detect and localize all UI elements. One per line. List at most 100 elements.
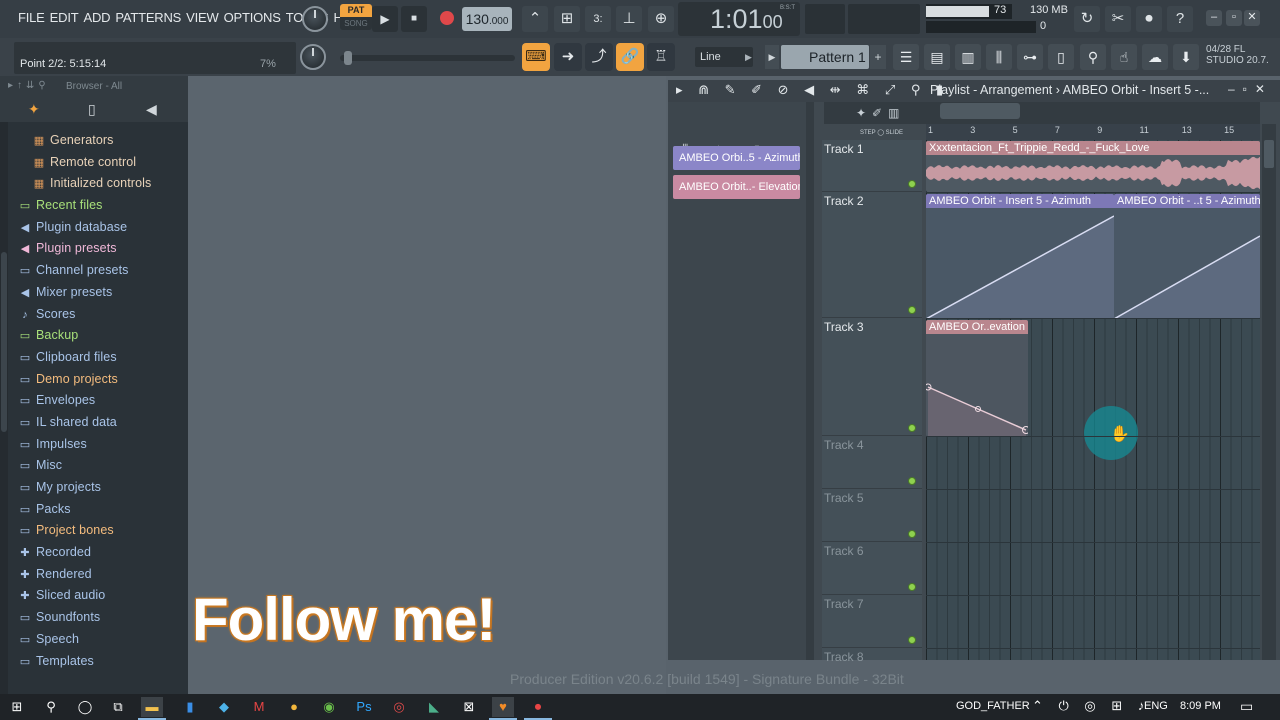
cortana-icon[interactable]: ◯ bbox=[74, 697, 96, 717]
pat-song-toggle[interactable]: PAT SONG bbox=[340, 4, 372, 32]
track-header[interactable]: Track 1 bbox=[822, 140, 922, 192]
browser-item[interactable]: ◀ Plugin database bbox=[0, 217, 188, 239]
project-icon[interactable]: ▯ bbox=[1048, 44, 1074, 70]
tempo-display[interactable]: 130.000 bbox=[462, 7, 512, 31]
track-header[interactable]: Track 4 bbox=[822, 436, 922, 489]
mixer-icon[interactable]: ⫼ bbox=[986, 44, 1012, 70]
track-mute-led[interactable] bbox=[908, 583, 916, 591]
browser-tree-icon[interactable]: ⊶ bbox=[1017, 44, 1043, 70]
undo-icon[interactable]: ↻ bbox=[1074, 6, 1100, 32]
automation-clip-elevation[interactable]: AMBEO Or..evation bbox=[926, 320, 1028, 437]
channel-rack-icon[interactable]: ▥ bbox=[955, 44, 981, 70]
record-button[interactable] bbox=[440, 11, 454, 25]
browser-item[interactable]: ✚ Sliced audio bbox=[0, 585, 188, 607]
browser-item[interactable]: ▦ Initialized controls bbox=[0, 173, 188, 195]
opera-icon[interactable]: ◎ bbox=[388, 697, 410, 717]
playlist-vertical-scrollbar[interactable] bbox=[1262, 124, 1276, 660]
track-header[interactable]: Track 2 bbox=[822, 192, 922, 318]
stamp-icon[interactable]: ♖ bbox=[647, 43, 675, 71]
track-mute-led[interactable] bbox=[908, 180, 916, 188]
browser-item[interactable]: ▭ Clipboard files bbox=[0, 347, 188, 369]
browser-item[interactable]: ▦ Generators bbox=[0, 130, 188, 152]
browser-item[interactable]: ✚ Rendered bbox=[0, 564, 188, 586]
browser-item[interactable]: ▭ Packs bbox=[0, 499, 188, 521]
add-pattern-button[interactable]: + bbox=[870, 45, 886, 69]
automation-clip-azimuth-1[interactable]: AMBEO Orbit - Insert 5 - Azimuth bbox=[926, 194, 1114, 319]
mail-icon[interactable]: M bbox=[248, 697, 270, 717]
pattern-select[interactable]: Pattern 1 bbox=[781, 45, 869, 69]
news-panel[interactable]: 04/28 FL STUDIO 20.7. bbox=[1206, 44, 1269, 66]
stop-button[interactable]: ■ bbox=[401, 6, 427, 32]
cloud-icon[interactable]: ☁ bbox=[1142, 44, 1168, 70]
tray-icons[interactable]: ⌃ ⏻ ◎ ⊞ ♪ bbox=[1032, 698, 1150, 714]
browser-item[interactable]: ▭ Misc bbox=[0, 455, 188, 477]
playlist-horizontal-scroll[interactable] bbox=[940, 103, 1020, 119]
browser-all-tab-icon[interactable]: ✦ bbox=[28, 101, 40, 118]
step-edit-icon[interactable]: ⊥ bbox=[616, 6, 642, 32]
browser-project-tab-icon[interactable]: ▯ bbox=[88, 101, 96, 118]
browser-item[interactable]: ▭ Recent files bbox=[0, 195, 188, 217]
browser-item[interactable]: ◀ Mixer presets bbox=[0, 282, 188, 304]
master-pitch-handle[interactable] bbox=[344, 51, 352, 65]
help-icon[interactable]: ? bbox=[1167, 6, 1193, 32]
countdown-icon[interactable]: 3: bbox=[585, 6, 611, 32]
track-header[interactable]: Track 3 bbox=[822, 318, 922, 436]
arrow-right-icon[interactable]: ➜ bbox=[554, 43, 582, 71]
track-mute-led[interactable] bbox=[908, 636, 916, 644]
audio-clip[interactable]: Xxxtentacion_Ft_Trippie_Redd_-_Fuck_Love bbox=[926, 141, 1260, 192]
track-mute-led[interactable] bbox=[908, 424, 916, 432]
browser-item[interactable]: ▭ Project bones bbox=[0, 520, 188, 542]
maximize-icon[interactable]: ▫ bbox=[1226, 10, 1242, 26]
menu-edit[interactable]: EDIT bbox=[50, 10, 79, 25]
windows-start-icon[interactable]: ⊞ bbox=[6, 697, 28, 717]
menu-add[interactable]: ADD bbox=[83, 10, 110, 25]
close-icon[interactable]: ✕ bbox=[1244, 10, 1260, 26]
playlist-window-buttons[interactable]: –▫✕ bbox=[1228, 82, 1273, 96]
browser-item[interactable]: ▭ Demo projects bbox=[0, 369, 188, 391]
master-pitch-slider[interactable] bbox=[340, 55, 515, 61]
metronome-icon[interactable]: ⌃ bbox=[522, 6, 548, 32]
menu-view[interactable]: VIEW bbox=[186, 10, 219, 25]
track-header[interactable]: Track 5 bbox=[822, 489, 922, 542]
play-button[interactable]: ▶ bbox=[372, 6, 398, 32]
browser-item[interactable]: ▭ Impulses bbox=[0, 434, 188, 456]
browser-item[interactable]: ▭ Speech bbox=[0, 629, 188, 651]
piano-keys-icon[interactable]: ⌨ bbox=[522, 43, 550, 71]
link-icon[interactable]: 🔗 bbox=[616, 43, 644, 71]
plugin-icon[interactable]: ⚲ bbox=[1080, 44, 1106, 70]
browser-plugins-tab-icon[interactable]: ◀ bbox=[146, 101, 157, 118]
automation-clip-azimuth-2[interactable]: AMBEO Orbit - ..t 5 - Azimuth bbox=[1114, 194, 1260, 319]
file-explorer-icon[interactable]: ▬ bbox=[141, 697, 163, 717]
track-mute-led[interactable] bbox=[908, 477, 916, 485]
playlist-snap-icons[interactable]: ✦✐▥ bbox=[856, 106, 905, 120]
recorder-icon[interactable]: ⏺ bbox=[527, 697, 549, 717]
clip-source-elevation[interactable]: AMBEO Orbit..- Elevation bbox=[673, 175, 800, 199]
pattern-prev-button[interactable]: ▶ bbox=[765, 45, 779, 69]
wait-input-icon[interactable]: ⊞ bbox=[554, 6, 580, 32]
browser-item[interactable]: ▭ Backup bbox=[0, 325, 188, 347]
playlist-vertical-thumb[interactable] bbox=[1264, 140, 1274, 168]
photos-icon[interactable]: ◆ bbox=[213, 697, 235, 717]
microphone-icon[interactable]: ⏺ bbox=[1136, 6, 1162, 32]
browser-item[interactable]: ▭ Templates bbox=[0, 651, 188, 673]
track-header[interactable]: Track 7 bbox=[822, 595, 922, 648]
notification-icon[interactable]: ▭ bbox=[1240, 698, 1253, 715]
browser-item[interactable]: ✚ Recorded bbox=[0, 542, 188, 564]
menu-file[interactable]: FILE bbox=[18, 10, 45, 25]
browser-item[interactable]: ◀ Plugin presets bbox=[0, 238, 188, 260]
store-icon[interactable]: ▮ bbox=[179, 697, 201, 717]
playlist-icon[interactable]: ☰ bbox=[893, 44, 919, 70]
browser-item[interactable]: ▭ Soundfonts bbox=[0, 607, 188, 629]
browser-item[interactable]: ▦ Remote control bbox=[0, 152, 188, 174]
network-app-icon[interactable]: ⊠ bbox=[458, 697, 480, 717]
clip-source-azimuth[interactable]: AMBEO Orbi..5 - Azimuth bbox=[673, 146, 800, 170]
photoshop-icon[interactable]: Ps bbox=[353, 697, 375, 717]
piano-roll-icon[interactable]: ▤ bbox=[924, 44, 950, 70]
track-mute-led[interactable] bbox=[908, 306, 916, 314]
loop-record-icon[interactable]: ⊕ bbox=[648, 6, 674, 32]
minimize-icon[interactable]: – bbox=[1206, 10, 1222, 26]
tray-language[interactable]: ENG bbox=[1144, 700, 1168, 712]
search-icon[interactable]: ⚲ bbox=[40, 697, 62, 717]
touch-icon[interactable]: ☝ bbox=[1111, 44, 1137, 70]
browser-item[interactable]: ▭ Channel presets bbox=[0, 260, 188, 282]
